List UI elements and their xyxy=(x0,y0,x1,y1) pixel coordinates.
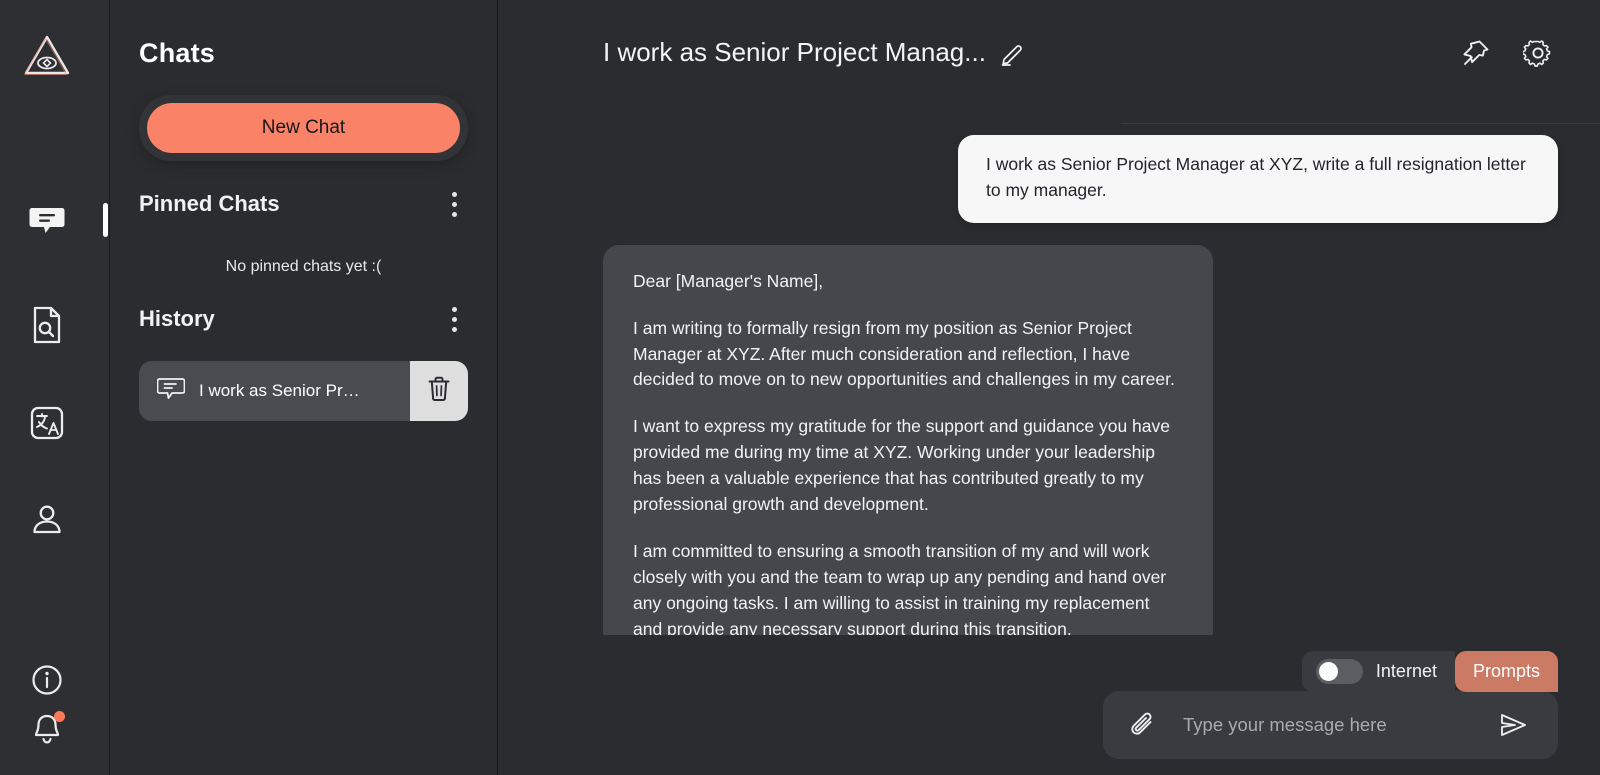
active-section-indicator xyxy=(103,203,108,237)
panel-title: Chats xyxy=(139,38,216,68)
internet-toggle-label: Internet xyxy=(1375,661,1437,681)
sidebar-item-account[interactable] xyxy=(22,495,72,545)
chat-bubble-icon xyxy=(27,200,67,240)
new-chat-button[interactable]: New Chat xyxy=(147,103,460,153)
list-item[interactable]: I work as Senior Pr… xyxy=(139,361,468,421)
history-item-main[interactable]: I work as Senior Pr… xyxy=(139,361,410,421)
history-item-label: I work as Senior Pr… xyxy=(199,381,360,400)
user-message-bubble: I work as Senior Project Manager at XYZ,… xyxy=(958,135,1558,223)
send-paper-plane-icon[interactable] xyxy=(1494,706,1532,744)
assistant-paragraph: Dear [Manager's Name], xyxy=(633,270,824,291)
user-icon xyxy=(28,501,66,539)
gear-icon[interactable] xyxy=(1518,33,1558,73)
paperclip-icon[interactable] xyxy=(1125,706,1163,744)
new-chat-container: New Chat xyxy=(139,95,468,161)
switch-knob xyxy=(1318,662,1338,681)
pinned-chats-title: Pinned Chats xyxy=(139,191,280,216)
app-root: Chats New Chat Pinned Chats No pinned ch… xyxy=(0,0,1600,775)
sidebar-item-info[interactable] xyxy=(22,655,72,705)
translate-icon xyxy=(28,404,66,442)
pinned-chats-menu-icon[interactable] xyxy=(440,187,468,221)
pencil-edit-icon[interactable] xyxy=(1000,40,1026,66)
message-list: I work as Senior Project Manager at XYZ,… xyxy=(498,135,1600,650)
assistant-message-row: Dear [Manager's Name], I am writing to f… xyxy=(603,244,1558,635)
chats-panel: Chats New Chat Pinned Chats No pinned ch… xyxy=(110,0,498,775)
delete-chat-button[interactable] xyxy=(410,361,468,421)
main-chat-area: I work as Senior Project Manag... I work… xyxy=(498,0,1600,775)
chat-header: I work as Senior Project Manag... xyxy=(498,0,1600,105)
notification-badge-dot xyxy=(54,711,65,722)
header-divider xyxy=(1121,123,1600,124)
search-input[interactable] xyxy=(1163,714,1494,736)
assistant-paragraph: I want to express my gratitude for the s… xyxy=(633,416,1170,515)
prompts-button[interactable]: Prompts xyxy=(1454,651,1558,692)
sidebar-item-notifications[interactable] xyxy=(22,705,72,755)
history-list: I work as Senior Pr… xyxy=(139,361,468,421)
internet-switch[interactable] xyxy=(1315,659,1363,684)
icon-rail xyxy=(0,0,110,775)
app-logo-icon xyxy=(22,32,72,78)
info-circle-icon xyxy=(30,663,64,697)
composer-tool-chips: Internet Prompts xyxy=(1301,651,1558,692)
chat-bubble-outline-icon xyxy=(156,376,186,407)
pinned-empty-text: No pinned chats yet :( xyxy=(225,258,382,275)
sidebar-item-translate[interactable] xyxy=(22,398,72,448)
history-title: History xyxy=(139,306,215,331)
sidebar-item-chat[interactable] xyxy=(22,195,72,245)
history-menu-icon[interactable] xyxy=(440,302,468,336)
sidebar-item-document-search[interactable] xyxy=(22,300,72,350)
history-header: History xyxy=(139,302,468,336)
trash-icon xyxy=(426,375,452,408)
assistant-message-bubble: Dear [Manager's Name], I am writing to f… xyxy=(603,244,1213,635)
document-search-icon xyxy=(29,305,65,345)
message-composer xyxy=(1103,691,1558,759)
assistant-paragraph: I am writing to formally resign from my … xyxy=(633,317,1175,390)
pinned-chats-header: Pinned Chats xyxy=(139,187,468,221)
user-message-row: I work as Senior Project Manager at XYZ,… xyxy=(603,135,1558,223)
assistant-paragraph: I am committed to ensuring a smooth tran… xyxy=(633,540,1167,635)
internet-toggle[interactable]: Internet xyxy=(1301,651,1455,692)
page-title: I work as Senior Project Manag... xyxy=(603,37,986,67)
pushpin-icon[interactable] xyxy=(1456,33,1496,73)
